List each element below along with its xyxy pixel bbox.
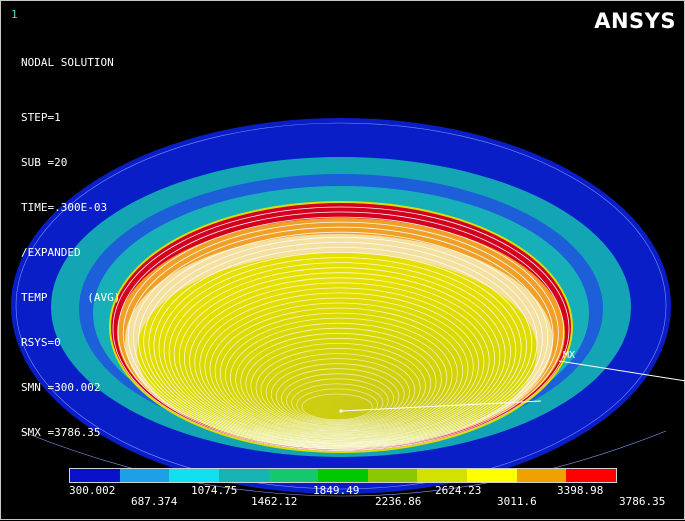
info-line: /EXPANDED — [21, 246, 81, 259]
info-line: RSYS=0 — [21, 336, 61, 349]
info-line: SUB =20 — [21, 156, 68, 169]
solution-info-block: NODAL SOLUTION STEP=1 SUB =20 TIME=.300E… — [21, 25, 120, 470]
legend-color-band — [119, 469, 170, 482]
max-marker-label: MX — [563, 350, 576, 361]
legend-label: 3786.35 — [619, 495, 666, 508]
legend-label: 3011.6 — [497, 495, 537, 508]
legend-color-band — [566, 469, 617, 482]
legend-label: 1462.12 — [251, 495, 298, 508]
legend-color-band — [467, 469, 517, 482]
legend-label: 300.002 — [69, 484, 116, 497]
legend-label: 3398.98 — [557, 484, 604, 497]
info-line: SMN =300.002 — [21, 381, 101, 394]
center-node-marker — [339, 409, 343, 413]
info-line: TIME=.300E-03 — [21, 201, 108, 214]
legend-label: 2236.86 — [375, 495, 422, 508]
legend-label: 687.374 — [131, 495, 178, 508]
legend-color-band — [268, 469, 319, 482]
legend-color-bar — [69, 468, 617, 483]
graphics-viewport[interactable]: 1 ANSYS NODAL SOLUTION STEP=1 SUB =20 TI… — [0, 0, 685, 520]
info-line: TEMP (AVG) — [21, 291, 121, 304]
info-line: SMX =3786.35 — [21, 426, 101, 439]
legend-color-band — [218, 469, 269, 482]
legend-color-band — [417, 469, 468, 482]
legend-color-band — [367, 469, 418, 482]
window-number: 1 — [11, 8, 18, 21]
solution-title: NODAL SOLUTION — [21, 56, 114, 69]
legend-color-band — [70, 469, 120, 482]
legend-color-band — [516, 469, 567, 482]
legend-color-band — [169, 469, 219, 482]
legend-color-band — [318, 469, 368, 482]
legend-label: 1849.49 — [313, 484, 360, 497]
legend-label: 2624.23 — [435, 484, 482, 497]
info-line: STEP=1 — [21, 111, 61, 124]
legend-label: 1074.75 — [191, 484, 238, 497]
ansys-logo: ANSYS — [594, 9, 676, 33]
bowl-region — [109, 201, 573, 453]
